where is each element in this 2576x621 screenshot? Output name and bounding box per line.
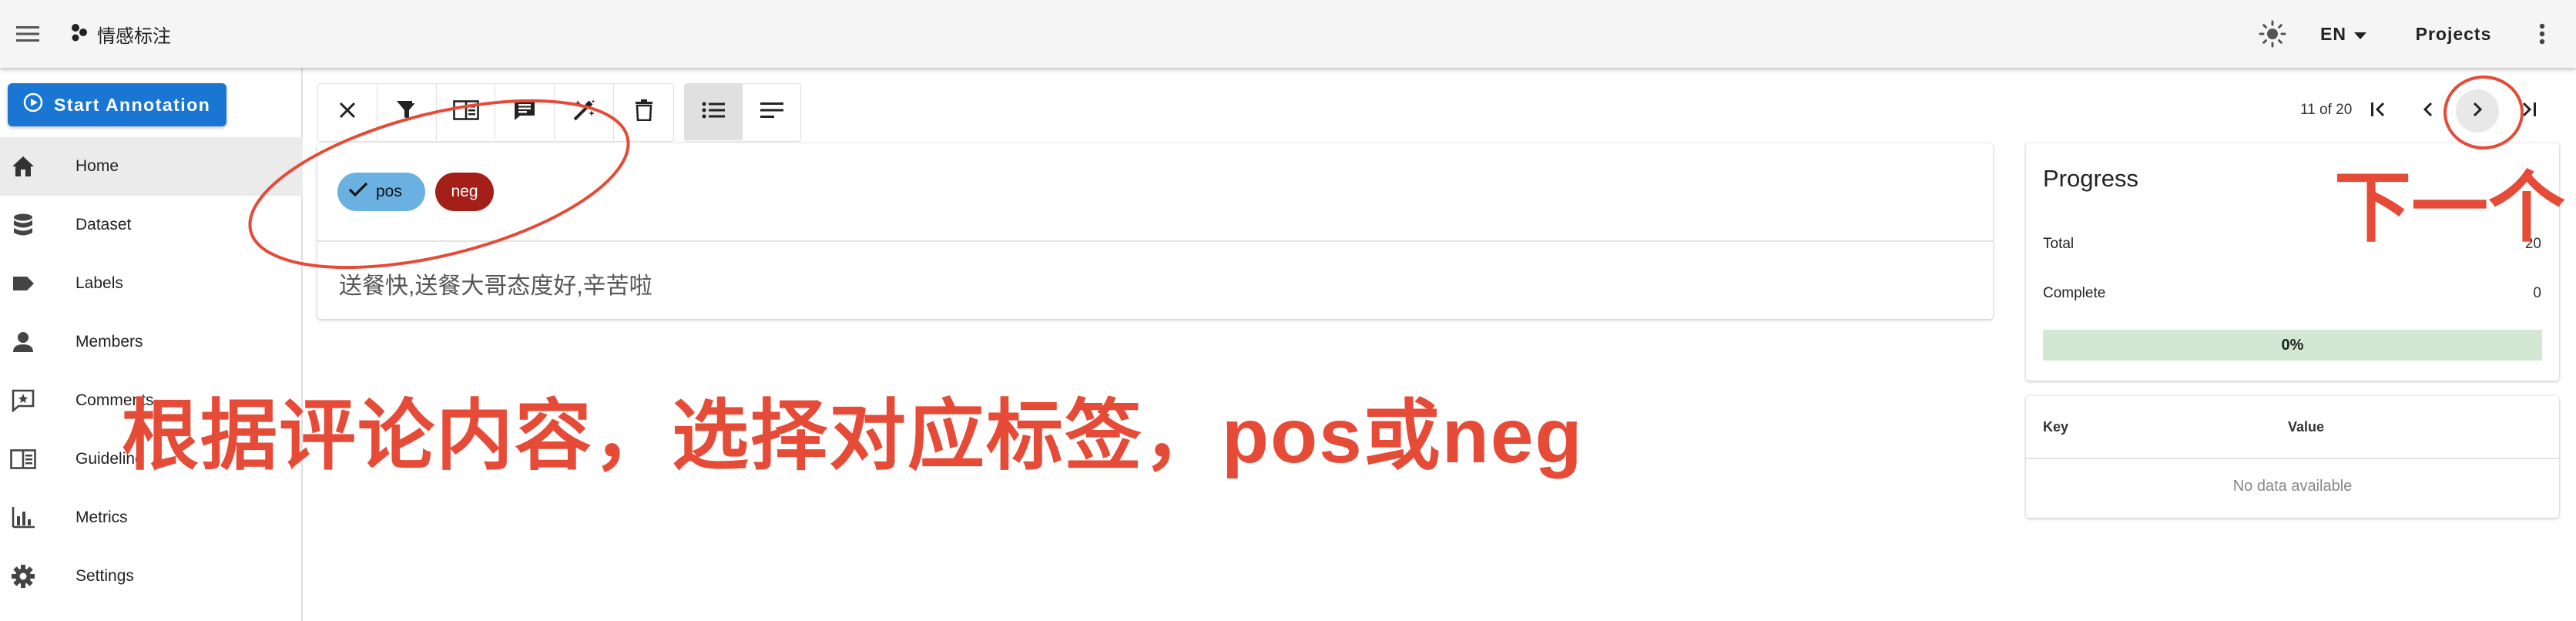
play-circle-icon [23, 92, 43, 117]
auto-fix-icon [572, 98, 596, 126]
sidebar-item-metrics[interactable]: Metrics [0, 488, 303, 547]
chevron-left-icon [2423, 101, 2433, 122]
last-page-button[interactable] [2507, 89, 2550, 133]
guideline-button[interactable] [437, 84, 496, 140]
progress-bar: 0% [2043, 330, 2542, 361]
comment-icon [513, 99, 536, 126]
home-icon [8, 151, 39, 182]
last-page-icon [2519, 101, 2537, 122]
divider [317, 240, 1993, 242]
bar-chart-icon [8, 502, 39, 533]
previous-button[interactable] [2407, 89, 2450, 133]
value-column-header: Value [2288, 419, 2325, 435]
project-title[interactable]: 情感标注 [71, 17, 171, 51]
progress-percent: 0% [2281, 336, 2304, 354]
text-icon [760, 102, 783, 123]
book-open-icon [452, 100, 479, 124]
progress-title: Progress [2043, 165, 2139, 192]
annotation-toolbar [317, 83, 674, 142]
gear-icon [8, 561, 39, 592]
close-button[interactable] [318, 84, 377, 140]
sidebar-item-label: Home [75, 157, 119, 175]
language-label: EN [2320, 23, 2346, 44]
sidebar-item-labels[interactable]: Labels [0, 254, 303, 313]
filter-icon [395, 99, 418, 126]
view-toggle-group [684, 83, 801, 142]
list-icon [702, 101, 725, 123]
label-chip-text: pos [376, 183, 402, 200]
chevron-down-icon [2353, 24, 2366, 45]
filter-button[interactable] [377, 84, 437, 140]
sidebar-item-label: Labels [75, 274, 123, 292]
projects-button[interactable]: Projects [2403, 14, 2504, 54]
comment-icon [8, 385, 39, 416]
sidebar-item-label: Metrics [75, 509, 128, 526]
check-icon [348, 181, 368, 203]
key-column-header: Key [2043, 419, 2069, 435]
label-icon [8, 268, 39, 299]
project-icon [71, 23, 88, 45]
delete-icon [635, 99, 653, 125]
person-icon [8, 327, 39, 357]
menu-icon[interactable] [9, 15, 46, 52]
chevron-right-icon [2472, 101, 2483, 122]
divider [2026, 458, 2559, 459]
more-vert-icon[interactable] [2527, 12, 2558, 55]
delete-button[interactable] [614, 84, 673, 140]
metadata-card [2026, 396, 2559, 518]
label-chip-neg[interactable]: neg [435, 173, 494, 211]
app-bar: 情感标注 EN Projects [0, 0, 2576, 68]
comment-button[interactable] [495, 84, 555, 140]
start-annotation-button[interactable]: Start Annotation [8, 83, 226, 126]
close-icon [338, 101, 357, 123]
total-label: Total [2043, 236, 2075, 252]
complete-value: 0 [2533, 285, 2541, 301]
pagination-status: 11 of 20 [2300, 102, 2353, 118]
instruction-annotation: 根据评论内容，选择对应标签，pos或neg [122, 393, 1584, 479]
label-chip-pos[interactable]: pos [337, 173, 425, 211]
complete-label: Complete [2043, 285, 2106, 301]
start-annotation-label: Start Annotation [54, 94, 211, 115]
first-page-icon [2370, 101, 2388, 122]
sidebar-item-label: Dataset [75, 216, 132, 233]
language-selector[interactable]: EN [2311, 14, 2380, 54]
next-hint-annotation: 下一个 [2334, 165, 2565, 251]
sidebar-item-label: Members [75, 333, 143, 351]
empty-table-message: No data available [2232, 478, 2353, 495]
sidebar-item-members[interactable]: Members [0, 313, 303, 371]
sidebar-item-dataset[interactable]: Dataset [0, 196, 303, 254]
next-button[interactable] [2456, 89, 2499, 133]
first-page-button[interactable] [2357, 89, 2400, 133]
auto-labeling-button[interactable] [555, 84, 615, 140]
theme-toggle-icon[interactable] [2251, 12, 2294, 55]
book-icon [8, 444, 39, 475]
sidebar: Start Annotation Home Dataset Labels Mem… [0, 68, 303, 621]
document-text: 送餐快,送餐大哥态度好,辛苦啦 [339, 274, 652, 299]
database-icon [8, 210, 39, 240]
text-view-button[interactable] [743, 84, 800, 140]
label-chip-text: neg [451, 183, 478, 200]
list-view-button[interactable] [685, 84, 743, 140]
sidebar-item-label: Settings [75, 567, 134, 585]
sidebar-item-home[interactable]: Home [0, 137, 303, 196]
app-title: 情感标注 [97, 25, 171, 47]
sidebar-item-settings[interactable]: Settings [0, 547, 303, 606]
